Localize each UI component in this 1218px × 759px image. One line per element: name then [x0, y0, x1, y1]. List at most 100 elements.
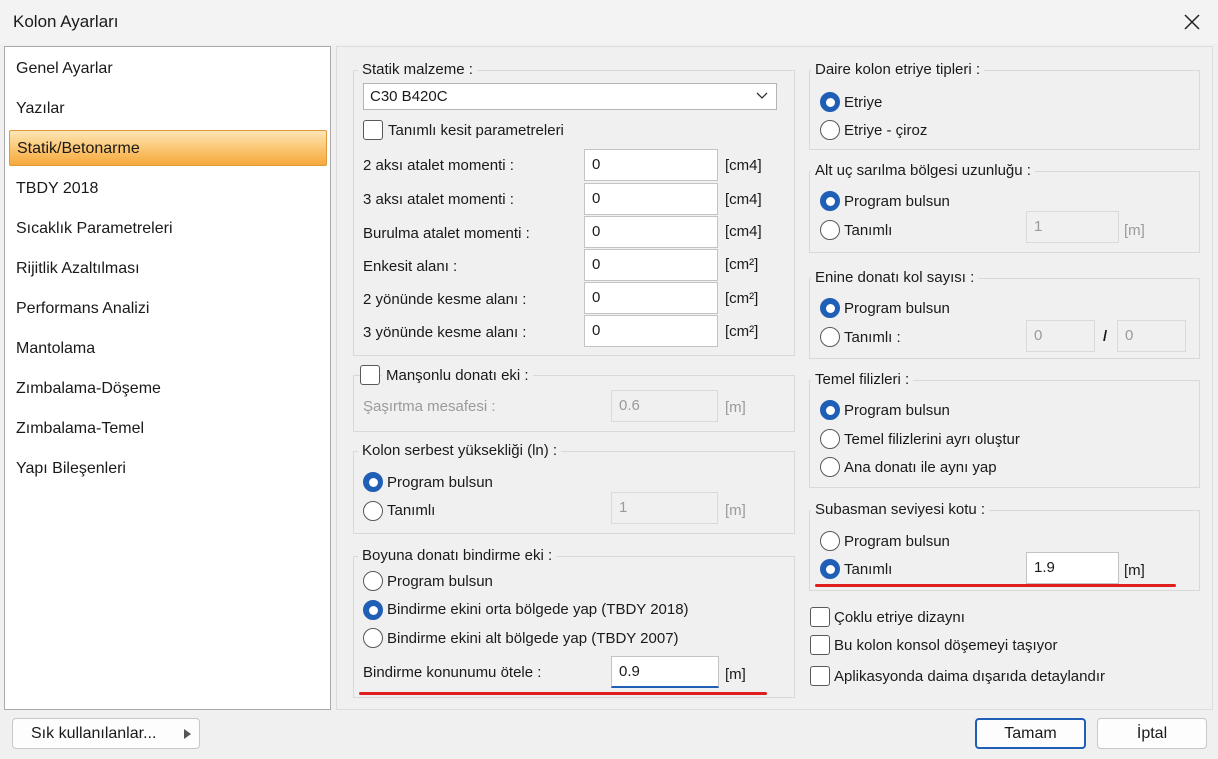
altuc-input[interactable]: 1	[1026, 211, 1119, 243]
aplikasyon-checkbox[interactable]	[810, 666, 830, 686]
sidebar-item-zimbalama-doseme[interactable]: Zımbalama-Döşeme	[9, 371, 327, 407]
aplikasyon-label: Aplikasyonda daima dışarıda detaylandır	[834, 668, 1105, 685]
sik-kullanilanlar-button[interactable]: Sık kullanılanlar...	[12, 718, 200, 749]
konsol-checkbox[interactable]	[810, 635, 830, 655]
sidebar-item-yapi-bilesenleri[interactable]: Yapı Bileşenleri	[9, 451, 327, 487]
otele-input[interactable]: 0.9	[611, 656, 719, 688]
row-label-burulma: Burulma atalet momenti :	[363, 225, 530, 242]
chevron-down-icon	[756, 92, 768, 99]
serbest-input[interactable]: 1	[611, 492, 718, 524]
daire-etriye-radio[interactable]	[820, 92, 840, 112]
sidebar-item-yazilar[interactable]: Yazılar	[9, 91, 327, 127]
sasirtma-input[interactable]: 0.6	[611, 390, 718, 422]
unit-2kesme: [cm²]	[725, 290, 759, 307]
temel-label: Temel filizleri :	[811, 371, 914, 389]
sasirtma-unit: [m]	[725, 399, 746, 416]
bindirme-orta-radio[interactable]	[363, 600, 383, 620]
input-enkesit[interactable]: 0	[584, 249, 718, 281]
unit-burulma: [cm4]	[725, 223, 762, 240]
daire-ciroz-label: Etriye - çiroz	[844, 122, 928, 139]
temel-program-label: Program bulsun	[844, 402, 950, 419]
input-3aks[interactable]: 0	[584, 183, 718, 215]
tamam-button[interactable]: Tamam	[975, 718, 1086, 749]
temel-ana-label: Ana donatı ile aynı yap	[844, 459, 997, 476]
serbest-label: Kolon serbest yüksekliği (ln) :	[358, 442, 562, 460]
material-select[interactable]: C30 B420C	[363, 83, 777, 110]
manson-checkbox[interactable]	[360, 365, 380, 385]
input-2kesme[interactable]: 0	[584, 282, 718, 314]
subasman-tanimli-radio[interactable]	[820, 559, 840, 579]
daire-ciroz-radio[interactable]	[820, 120, 840, 140]
altuc-program-radio[interactable]	[820, 191, 840, 211]
subasman-unit: [m]	[1124, 562, 1145, 579]
temel-ayri-radio[interactable]	[820, 429, 840, 449]
manson-label: Manşonlu donatı eki :	[382, 367, 533, 385]
enine-tanimli-label: Tanımlı :	[844, 329, 901, 346]
tanimli-kesit-label: Tanımlı kesit parametreleri	[388, 122, 564, 139]
enine-separator: /	[1103, 328, 1108, 345]
bindirme-program-label: Program bulsun	[387, 573, 493, 590]
bindirme-label: Boyuna donatı bindirme eki :	[358, 547, 557, 565]
temel-ana-radio[interactable]	[820, 457, 840, 477]
sasirtma-label: Şaşırtma mesafesi :	[363, 398, 496, 415]
iptal-button[interactable]: İptal	[1097, 718, 1207, 749]
sidebar-item-tbdy-2018[interactable]: TBDY 2018	[9, 171, 327, 207]
input-3kesme[interactable]: 0	[584, 315, 718, 347]
otele-label: Bindirme konunumu ötele :	[363, 664, 542, 681]
sidebar-item-sicaklik[interactable]: Sıcaklık Parametreleri	[9, 211, 327, 247]
highlight-underline-otele	[359, 692, 767, 695]
bindirme-program-radio[interactable]	[363, 571, 383, 591]
close-icon[interactable]	[1176, 6, 1208, 38]
subasman-input[interactable]: 1.9	[1026, 552, 1119, 584]
enine-input-2[interactable]: 0	[1117, 320, 1186, 352]
unit-2aks: [cm4]	[725, 157, 762, 174]
coklu-etriye-checkbox[interactable]	[810, 607, 830, 627]
row-label-enkesit: Enkesit alanı :	[363, 258, 458, 275]
sidebar-item-rijitlik[interactable]: Rijitlik Azaltılması	[9, 251, 327, 287]
altuc-group	[809, 171, 1200, 253]
bindirme-orta-label: Bindirme ekini orta bölgede yap (TBDY 20…	[387, 601, 689, 618]
altuc-program-label: Program bulsun	[844, 193, 950, 210]
sidebar-item-genel-ayarlar[interactable]: Genel Ayarlar	[9, 51, 327, 87]
serbest-program-label: Program bulsun	[387, 474, 493, 491]
material-select-value: C30 B420C	[370, 88, 448, 105]
altuc-tanimli-label: Tanımlı	[844, 222, 893, 239]
input-2aks[interactable]: 0	[584, 149, 718, 181]
row-label-2aks: 2 aksı atalet momenti :	[363, 157, 514, 174]
serbest-unit: [m]	[725, 502, 746, 519]
unit-3kesme: [cm²]	[725, 323, 759, 340]
sidebar-item-mantolama[interactable]: Mantolama	[9, 331, 327, 367]
enine-program-label: Program bulsun	[844, 300, 950, 317]
tanimli-kesit-checkbox[interactable]	[363, 120, 383, 140]
serbest-group	[353, 451, 795, 534]
row-label-2kesme: 2 yönünde kesme alanı :	[363, 291, 527, 308]
sidebar-item-performans[interactable]: Performans Analizi	[9, 291, 327, 327]
temel-program-radio[interactable]	[820, 400, 840, 420]
serbest-tanimli-label: Tanımlı	[387, 502, 436, 519]
daire-etriye-label: Etriye	[844, 94, 883, 111]
altuc-label: Alt uç sarılma bölgesi uzunluğu :	[811, 162, 1035, 180]
window-title: Kolon Ayarları	[13, 12, 119, 31]
input-burulma[interactable]: 0	[584, 216, 718, 248]
serbest-tanimli-radio[interactable]	[363, 501, 383, 521]
sidebar: Genel Ayarlar Yazılar Statik/Betonarme T…	[4, 46, 331, 710]
daire-label: Daire kolon etriye tipleri :	[811, 61, 985, 79]
coklu-etriye-label: Çoklu etriye dizaynı	[834, 609, 965, 626]
enine-label: Enine donatı kol sayısı :	[811, 269, 979, 287]
temel-ayri-label: Temel filizlerini ayrı oluştur	[844, 431, 1020, 448]
altuc-tanimli-radio[interactable]	[820, 220, 840, 240]
enine-input-1[interactable]: 0	[1026, 320, 1095, 352]
subasman-program-radio[interactable]	[820, 531, 840, 551]
unit-3aks: [cm4]	[725, 191, 762, 208]
sidebar-item-zimbalama-temel[interactable]: Zımbalama-Temel	[9, 411, 327, 447]
konsol-label: Bu kolon konsol döşemeyi taşıyor	[834, 637, 1058, 654]
sidebar-item-statik-betonarme[interactable]: Statik/Betonarme	[9, 130, 327, 166]
subasman-program-label: Program bulsun	[844, 533, 950, 550]
serbest-program-radio[interactable]	[363, 472, 383, 492]
statik-malzeme-group	[353, 70, 795, 356]
enine-program-radio[interactable]	[820, 298, 840, 318]
bindirme-alt-radio[interactable]	[363, 628, 383, 648]
chevron-right-icon	[184, 729, 191, 739]
enine-tanimli-radio[interactable]	[820, 327, 840, 347]
otele-unit: [m]	[725, 666, 746, 683]
